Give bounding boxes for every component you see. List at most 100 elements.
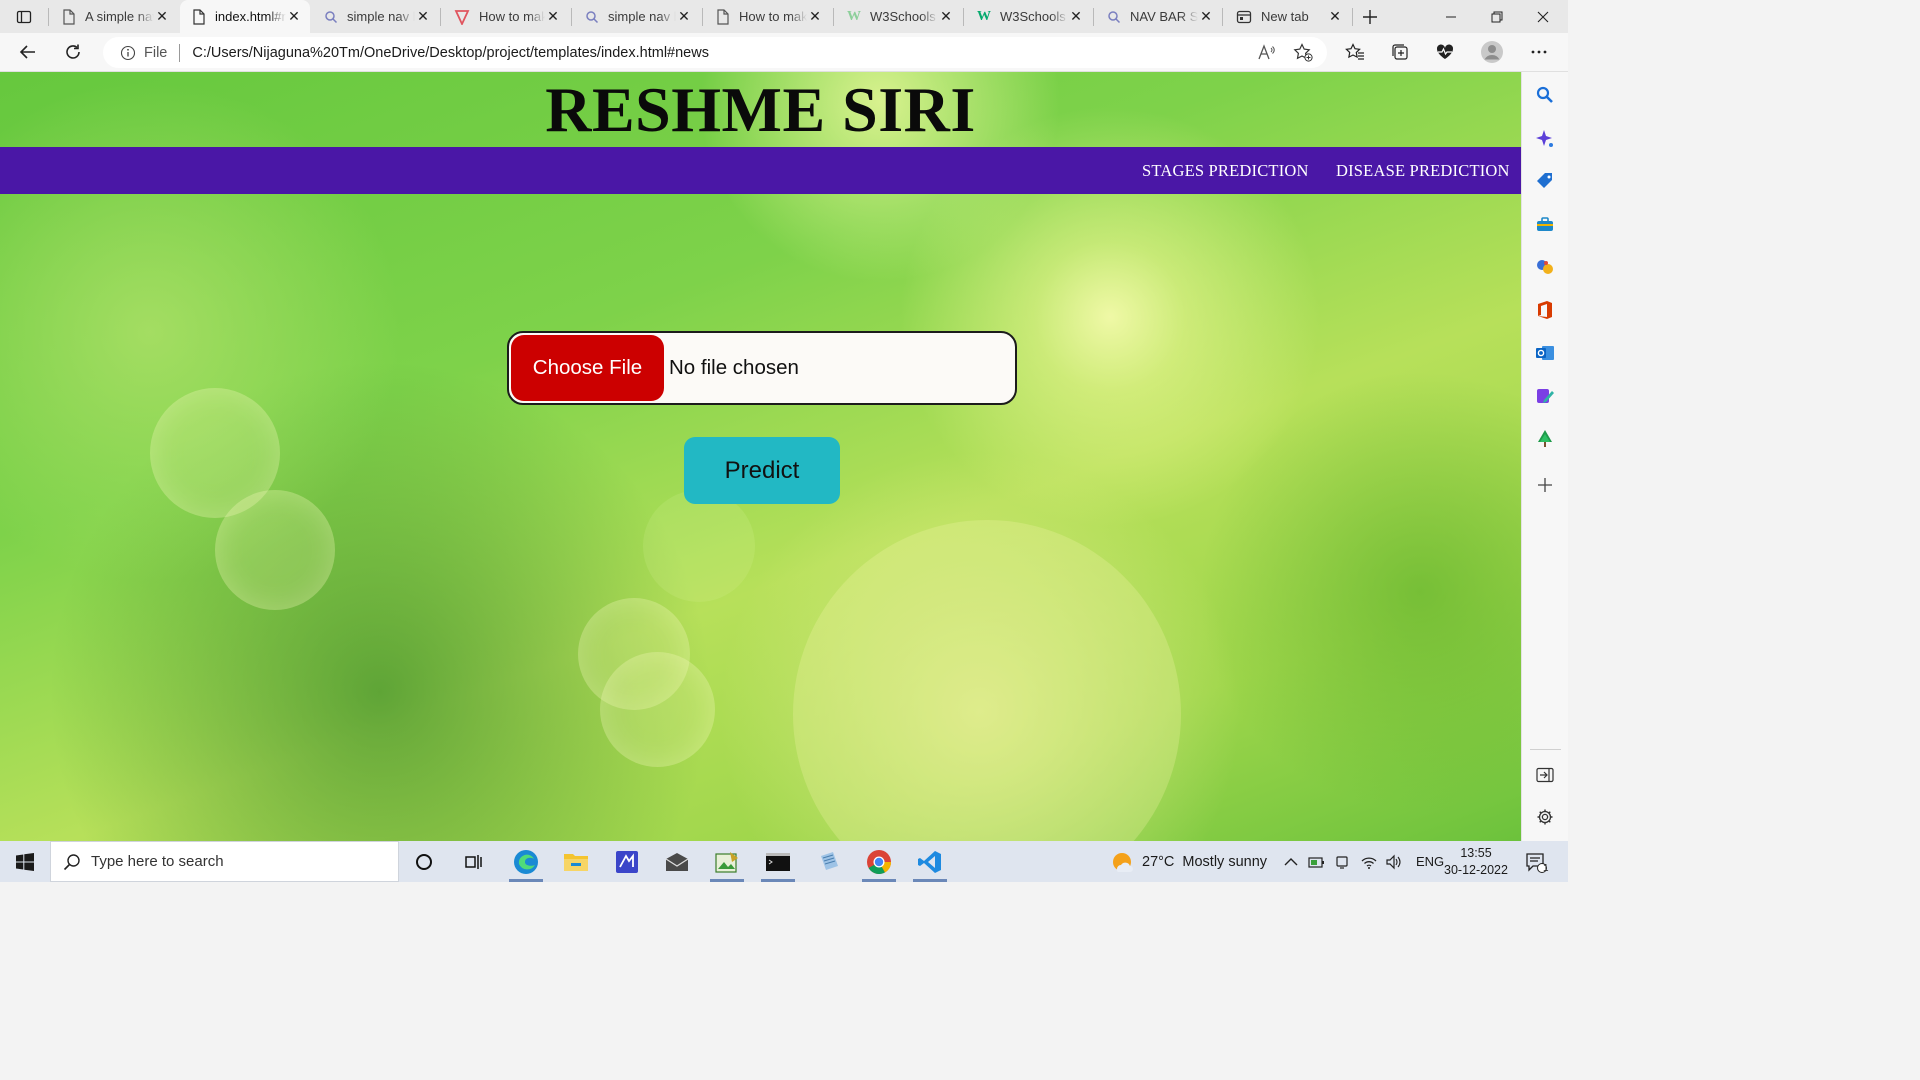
chevron-up-icon[interactable] <box>1282 857 1300 866</box>
tab-separator <box>48 8 49 26</box>
chrome-icon <box>867 849 891 874</box>
profile-button[interactable] <box>1476 36 1508 68</box>
close-tab-icon[interactable]: ✕ <box>545 8 561 25</box>
settings-menu-button[interactable] <box>1523 36 1555 68</box>
page-viewport: RESHME SIRI STAGES PREDICTION DISEASE PR… <box>0 72 1521 841</box>
close-tab-icon[interactable]: ✕ <box>286 8 302 25</box>
tab-title: New tab <box>1261 9 1309 24</box>
close-tab-icon[interactable]: ✕ <box>154 8 170 25</box>
tab-6[interactable]: W W3Schools ✕ <box>835 0 962 33</box>
sidebar-divider <box>1530 749 1561 750</box>
restore-button[interactable] <box>1474 0 1520 33</box>
plus-icon <box>1363 9 1377 24</box>
tab-actions-button[interactable] <box>0 0 48 33</box>
sidebar-office-button[interactable] <box>1533 298 1557 322</box>
volume-icon[interactable] <box>1385 854 1403 870</box>
favorites-icon <box>1345 43 1364 60</box>
close-tab-icon[interactable]: ✕ <box>1327 8 1343 25</box>
clock-date: 30-12-2022 <box>1444 862 1508 877</box>
close-tab-icon[interactable]: ✕ <box>807 8 823 25</box>
nav-link-disease-prediction[interactable]: DISEASE PREDICTION <box>1336 147 1510 194</box>
tab-title: W3Schools <box>870 9 936 24</box>
weather-condition: Mostly sunny <box>1182 853 1268 870</box>
search-icon <box>1108 10 1121 23</box>
folder-icon <box>564 853 588 871</box>
new-tab-button[interactable] <box>1356 0 1384 33</box>
tab-title: A simple navigation bar <box>85 9 154 24</box>
meet-now-icon[interactable] <box>1335 854 1351 870</box>
sidebar-tree-button[interactable] <box>1533 427 1557 451</box>
w3schools-icon: W <box>977 8 991 24</box>
sidebar-settings-button[interactable] <box>1533 805 1557 829</box>
office-icon <box>1538 301 1552 319</box>
taskbar-app-edge[interactable] <box>503 841 549 882</box>
site-info-icon[interactable] <box>120 45 136 61</box>
page-icon <box>63 8 75 25</box>
close-tab-icon[interactable]: ✕ <box>1068 8 1084 25</box>
sidebar-add-button[interactable] <box>1533 473 1557 497</box>
taskbar-app-vscode[interactable] <box>907 841 953 882</box>
nav-link-stages-prediction[interactable]: STAGES PREDICTION <box>1142 147 1309 194</box>
sidebar-discover-button[interactable] <box>1533 127 1557 151</box>
notification-center-button[interactable]: 1 <box>1516 841 1556 882</box>
task-view-button[interactable] <box>451 841 497 882</box>
close-icon <box>1537 11 1549 22</box>
close-tab-icon[interactable]: ✕ <box>1198 8 1214 25</box>
back-button[interactable] <box>12 36 44 68</box>
notification-count: 1 <box>1543 863 1549 874</box>
browser-essentials-button[interactable] <box>1429 36 1461 68</box>
predict-button[interactable]: Predict <box>684 437 840 504</box>
taskbar-app-terminal[interactable] <box>755 841 801 882</box>
taskbar-app-notepad[interactable] <box>806 841 852 882</box>
cortana-button[interactable] <box>401 841 447 882</box>
sidebar-tools-button[interactable] <box>1533 212 1557 236</box>
wifi-icon[interactable] <box>1360 854 1378 870</box>
sidebar-outlook-button[interactable] <box>1533 341 1557 365</box>
start-button[interactable] <box>0 841 50 882</box>
refresh-button[interactable] <box>57 36 89 68</box>
url-text[interactable]: C:/Users/Nijaguna%20Tm/OneDrive/Desktop/… <box>192 45 709 61</box>
taskbar-clock[interactable]: 13:55 30-12-2022 <box>1440 841 1512 882</box>
close-tab-icon[interactable]: ✕ <box>938 8 954 25</box>
tab-7[interactable]: W W3Schools ✕ <box>965 0 1092 33</box>
sidebar-designer-button[interactable] <box>1533 384 1557 408</box>
taskbar-app-mail[interactable] <box>654 841 700 882</box>
taskbar-app-photos[interactable] <box>704 841 750 882</box>
sidebar-shopping-button[interactable] <box>1533 169 1557 193</box>
terminal-icon <box>766 852 790 871</box>
tab-9[interactable]: New tab ✕ <box>1224 0 1351 33</box>
tab-2[interactable]: simple nav bar ✕ <box>312 0 439 33</box>
choose-file-button[interactable]: Choose File <box>511 335 664 401</box>
read-aloud-icon[interactable] <box>1257 44 1275 65</box>
tab-3[interactable]: How to make a navbar ✕ <box>442 0 569 33</box>
taskbar-app-file-explorer[interactable] <box>553 841 599 882</box>
task-view-icon <box>465 854 482 869</box>
close-window-button[interactable] <box>1520 0 1566 33</box>
tab-4[interactable]: simple nav bar ✕ <box>573 0 700 33</box>
taskbar-app-visual-studio[interactable] <box>604 841 650 882</box>
weather-temp: 27°C <box>1142 853 1175 870</box>
taskbar-search-input[interactable]: Type here to search <box>50 841 399 882</box>
tab-1-active[interactable]: index.html#news ✕ <box>180 0 310 33</box>
close-tab-icon[interactable]: ✕ <box>676 8 692 25</box>
address-bar[interactable]: File C:/Users/Nijaguna%20Tm/OneDrive/Des… <box>103 37 1327 68</box>
taskbar-app-chrome[interactable] <box>856 841 902 882</box>
collections-button[interactable] <box>1384 36 1416 68</box>
battery-icon[interactable] <box>1308 855 1326 869</box>
tab-0[interactable]: A simple navigation bar ✕ <box>50 0 178 33</box>
favorites-button[interactable] <box>1339 36 1371 68</box>
windows-taskbar: Type here to search 27°C Mostly sunny EN… <box>0 841 1568 882</box>
bokeh-circle <box>600 652 715 767</box>
file-upload-input[interactable]: Choose File No file chosen <box>507 331 1017 405</box>
add-favorite-icon[interactable] <box>1293 43 1313 66</box>
tab-8[interactable]: NAV BAR SI ✕ <box>1095 0 1222 33</box>
sidebar-search-button[interactable] <box>1533 83 1557 107</box>
mail-icon <box>665 852 689 871</box>
shopping-tag-icon <box>1537 173 1552 188</box>
tab-5[interactable]: How to make a navbar ✕ <box>704 0 831 33</box>
weather-widget[interactable]: 27°C Mostly sunny <box>1111 841 1267 882</box>
sidebar-hide-button[interactable] <box>1533 763 1557 787</box>
close-tab-icon[interactable]: ✕ <box>415 8 431 25</box>
minimize-button[interactable] <box>1428 0 1474 33</box>
sidebar-games-button[interactable] <box>1533 255 1557 279</box>
